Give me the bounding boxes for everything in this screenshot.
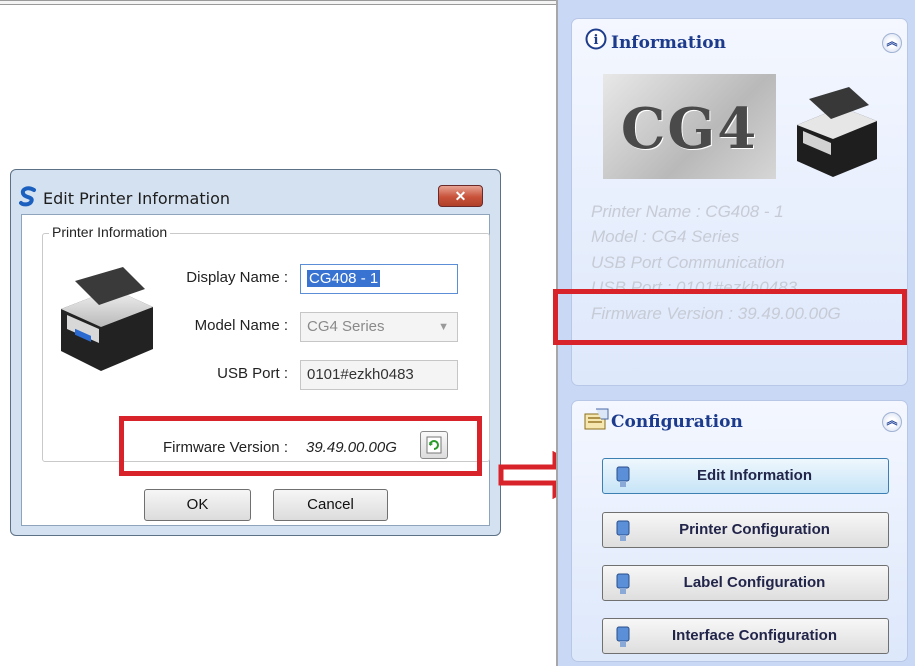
cancel-button[interactable]: Cancel: [273, 489, 388, 521]
printer-configuration-label: Printer Configuration: [679, 521, 830, 538]
model-name-value: CG4 Series: [307, 318, 385, 335]
usb-port-field: 0101#ezkh0483: [300, 360, 458, 390]
configuration-title: Configuration: [611, 412, 743, 432]
label-configuration-button[interactable]: Label Configuration: [602, 565, 889, 601]
label-configuration-label: Label Configuration: [683, 574, 826, 591]
firmware-highlight-box: [119, 416, 482, 476]
printer-configuration-button[interactable]: Printer Configuration: [602, 512, 889, 548]
interface-configuration-label: Interface Configuration: [671, 627, 837, 644]
close-button[interactable]: ✕: [438, 185, 483, 207]
ok-button[interactable]: OK: [144, 489, 251, 521]
app-s-icon: [19, 186, 36, 207]
info-icon: i: [585, 28, 607, 50]
collapse-information-button[interactable]: ︽: [882, 33, 902, 53]
dialog-body: Printer Information Display Name : CG408…: [21, 214, 490, 526]
info-model: Model : CG4 Series: [591, 227, 740, 246]
edit-information-label: Edit Information: [697, 467, 812, 484]
svg-text:i: i: [594, 33, 599, 48]
configuration-panel: Configuration ︽ Edit Information Printer…: [571, 400, 908, 662]
group-label: Printer Information: [49, 224, 171, 240]
usb-port-label: USB Port :: [217, 365, 288, 382]
chevron-up-icon: ︽: [886, 36, 898, 48]
info-communication: USB Port Communication: [591, 253, 785, 272]
info-printer-name: Printer Name : CG408 - 1: [591, 202, 784, 221]
dialog-title: Edit Printer Information: [43, 189, 230, 208]
interface-configuration-button[interactable]: Interface Configuration: [602, 618, 889, 654]
edit-printer-dialog: Edit Printer Information ✕ Printer Infor…: [10, 169, 501, 536]
printer-thumbnail: [797, 87, 877, 177]
config-icon: [584, 408, 609, 430]
close-icon: ✕: [454, 188, 467, 204]
top-rule: [0, 0, 556, 5]
model-logo-text: CG4: [620, 96, 759, 162]
information-title: Information: [611, 33, 726, 53]
model-logo: CG4: [603, 74, 776, 179]
chevron-down-icon: ▼: [438, 321, 449, 333]
firmware-info-highlight-box: [553, 289, 907, 345]
chevron-up-icon: ︽: [886, 415, 898, 427]
display-name-value: CG408 - 1: [307, 270, 381, 287]
display-name-label: Display Name :: [186, 269, 288, 286]
display-name-input[interactable]: CG408 - 1: [300, 264, 458, 294]
model-name-select[interactable]: CG4 Series ▼: [300, 312, 458, 342]
edit-information-button[interactable]: Edit Information: [602, 458, 889, 494]
model-name-label: Model Name :: [194, 317, 288, 334]
printer-image: [61, 267, 153, 371]
collapse-configuration-button[interactable]: ︽: [882, 412, 902, 432]
